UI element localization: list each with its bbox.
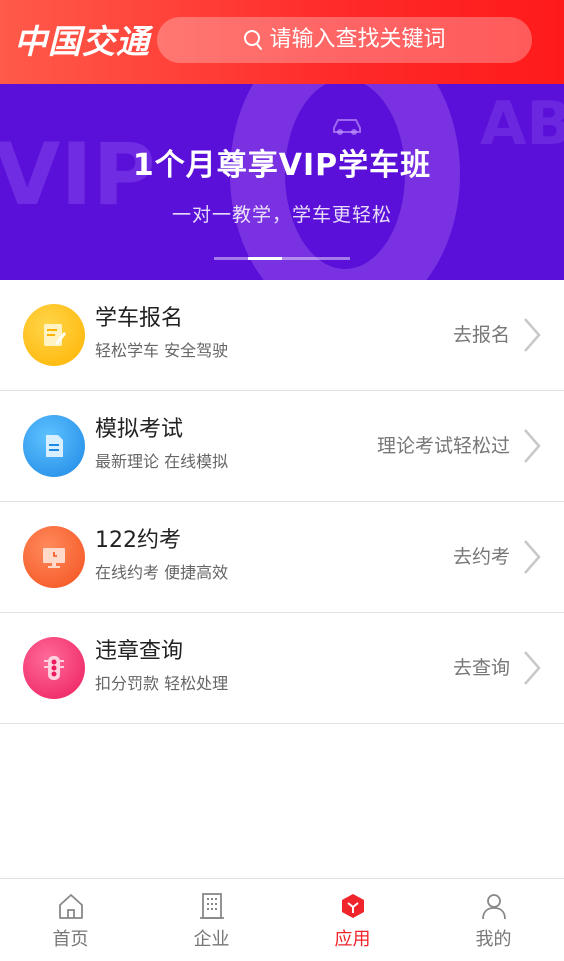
item-subtitle: 轻松学车 安全驾驶	[95, 341, 229, 360]
item-title: 违章查询	[95, 639, 184, 664]
item-action-link[interactable]: 去约考	[453, 545, 510, 569]
item-action-link[interactable]: 去报名	[453, 323, 510, 347]
chevron-right-icon	[524, 318, 541, 352]
home-icon	[58, 894, 83, 919]
chevron-right-icon	[524, 429, 541, 463]
nav-label: 应用	[334, 929, 371, 950]
building-icon	[199, 893, 224, 919]
app-logo[interactable]: 中国交通	[14, 20, 150, 64]
list-item-signup[interactable]: 学车报名 轻松学车 安全驾驶 去报名	[0, 280, 564, 391]
top-header: 中国交通 请输入查找关键词	[0, 0, 564, 84]
document-edit-icon	[23, 304, 85, 366]
item-title: 模拟考试	[95, 417, 184, 442]
promo-banner[interactable]: VIP AB 1个月尊享VIP学车班 一对一教学，学车更轻松	[0, 84, 564, 280]
chevron-right-icon	[524, 651, 541, 685]
search-bar[interactable]: 请输入查找关键词	[157, 17, 532, 63]
service-list: 学车报名 轻松学车 安全驾驶 去报名 模拟考试 最新理论 在线模拟 理论考试轻松…	[0, 280, 564, 724]
list-item-violation-query[interactable]: 违章查询 扣分罚款 轻松处理 去查询	[0, 613, 564, 724]
item-subtitle: 扣分罚款 轻松处理	[95, 674, 229, 693]
nav-company[interactable]: 企业	[141, 879, 282, 961]
user-icon	[481, 894, 506, 920]
nav-apps[interactable]: 应用	[282, 879, 423, 961]
traffic-light-icon	[23, 637, 85, 699]
carousel-dot[interactable]	[282, 257, 316, 260]
bottom-nav: 首页 企业 应用 我的	[0, 878, 564, 961]
nav-home[interactable]: 首页	[0, 879, 141, 961]
car-icon	[333, 119, 361, 135]
carousel-dot[interactable]	[316, 257, 350, 260]
item-subtitle: 在线约考 便捷高效	[95, 563, 229, 582]
search-placeholder: 请输入查找关键词	[269, 27, 446, 52]
item-action-link[interactable]: 去查询	[453, 656, 510, 680]
document-icon	[23, 415, 85, 477]
apps-cube-icon	[341, 894, 364, 918]
item-title: 学车报名	[95, 306, 184, 331]
list-item-mock-exam[interactable]: 模拟考试 最新理论 在线模拟 理论考试轻松过	[0, 391, 564, 502]
list-item-exam-booking[interactable]: 122约考 在线约考 便捷高效 去约考	[0, 502, 564, 613]
carousel-dot-active[interactable]	[248, 257, 282, 260]
nav-label: 我的	[475, 929, 512, 950]
banner-subtitle: 一对一教学，学车更轻松	[171, 204, 392, 226]
item-subtitle: 最新理论 在线模拟	[95, 452, 229, 471]
search-icon	[243, 29, 263, 51]
carousel-indicator[interactable]	[214, 257, 350, 260]
nav-mine[interactable]: 我的	[423, 879, 564, 961]
carousel-dot[interactable]	[214, 257, 248, 260]
item-action-link[interactable]: 理论考试轻松过	[377, 434, 510, 458]
nav-label: 企业	[193, 929, 230, 950]
item-title: 122约考	[95, 528, 181, 553]
banner-title: 1个月尊享VIP学车班	[132, 148, 432, 183]
monitor-icon	[23, 526, 85, 588]
nav-label: 首页	[52, 929, 89, 950]
chevron-right-icon	[524, 540, 541, 574]
